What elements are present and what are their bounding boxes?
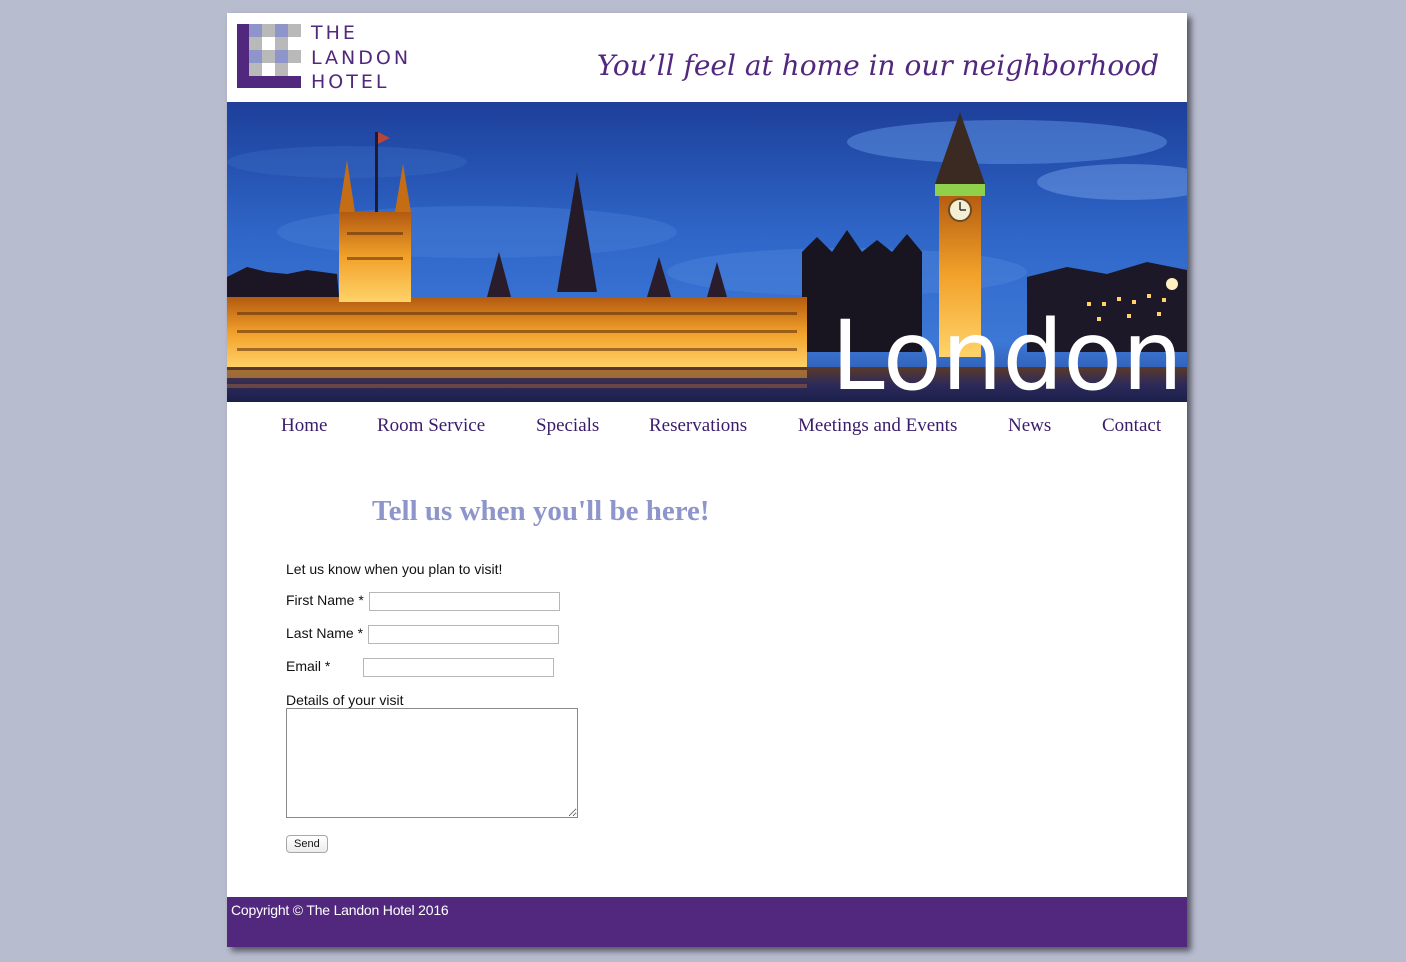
last-name-label: Last Name * <box>286 625 364 641</box>
nav-link-meetings-and-events[interactable]: Meetings and Events <box>798 415 957 437</box>
logo-line-landon: LANDON <box>311 46 412 69</box>
first-name-input[interactable] <box>369 592 560 611</box>
main-navigation: Home Room Service Specials Reservations … <box>227 402 1187 452</box>
nav-link-contact[interactable]: Contact <box>1102 415 1161 437</box>
page-heading: Tell us when you'll be here! <box>372 495 710 527</box>
first-name-label: First Name * <box>286 592 364 608</box>
logo-line-the: THE <box>311 22 358 44</box>
last-name-input[interactable] <box>368 625 559 644</box>
nav-link-reservations[interactable]: Reservations <box>649 415 747 437</box>
form-intro-text: Let us know when you plan to visit! <box>286 561 503 577</box>
copyright-text: Copyright © The Landon Hotel 2016 <box>231 902 449 918</box>
send-button[interactable]: Send <box>286 835 328 853</box>
email-input[interactable] <box>363 658 554 677</box>
details-label: Details of your visit <box>286 692 404 708</box>
site-header: THE LANDON HOTEL You’ll feel at home in … <box>227 13 1187 102</box>
details-textarea[interactable] <box>286 708 578 818</box>
hotel-logo-text[interactable]: THE LANDON HOTEL <box>311 21 411 95</box>
page-container: THE LANDON HOTEL You’ll feel at home in … <box>227 13 1187 947</box>
hero-city-title: London <box>831 300 1183 402</box>
hero-banner: London <box>227 102 1187 402</box>
nav-link-home[interactable]: Home <box>281 415 327 437</box>
nav-link-news[interactable]: News <box>1008 415 1051 437</box>
logo-line-hotel: HOTEL <box>311 71 390 93</box>
site-tagline: You’ll feel at home in our neighborhood <box>596 49 1159 82</box>
hotel-logo-icon[interactable] <box>237 24 301 88</box>
nav-link-specials[interactable]: Specials <box>536 415 599 437</box>
nav-link-room-service[interactable]: Room Service <box>377 415 485 437</box>
site-footer: Copyright © The Landon Hotel 2016 <box>227 897 1187 947</box>
email-label: Email * <box>286 658 331 674</box>
